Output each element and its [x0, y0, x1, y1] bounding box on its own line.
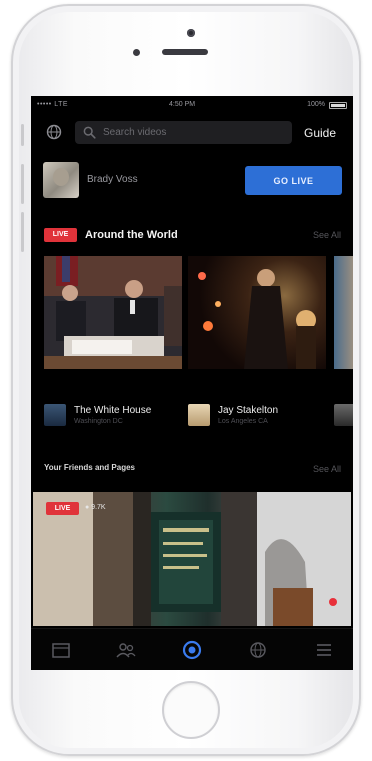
screen: ••••• LTE 4:50 PM 100% Search videos Gui… [31, 96, 353, 670]
thumbnail-scene [33, 492, 351, 626]
globe-icon[interactable] [46, 124, 62, 140]
friends-video-card[interactable]: LIVE ● 9.7K [33, 492, 351, 626]
home-button[interactable] [162, 681, 220, 739]
profile-name: Brady Voss [87, 174, 138, 185]
section-title: Your Friends and Pages [44, 463, 135, 472]
friends-pages-header: Your Friends and Pages See All [31, 459, 353, 479]
source-location: Los Angeles CA [218, 418, 268, 425]
guide-link[interactable]: Guide [304, 126, 336, 140]
source-name: The White House [74, 405, 152, 416]
viewer-count: ● 9.7K [85, 504, 106, 511]
video-card[interactable] [334, 256, 353, 431]
battery-icon [329, 102, 347, 109]
source-avatar [44, 404, 66, 426]
news-feed-icon[interactable] [50, 639, 72, 661]
see-all-link[interactable]: See All [313, 464, 341, 474]
search-icon [83, 126, 96, 139]
video-card[interactable]: The White House Washington DC [44, 256, 182, 431]
friends-icon[interactable] [115, 639, 137, 661]
video-thumbnail[interactable] [44, 256, 182, 369]
avatar[interactable] [43, 162, 79, 198]
around-world-header: LIVE Around the World See All [31, 225, 353, 245]
search-input[interactable]: Search videos [75, 121, 292, 144]
card-source[interactable]: Jay Stakelton Los Angeles CA [188, 404, 326, 430]
video-thumbnail[interactable] [188, 256, 326, 369]
live-badge: LIVE [44, 228, 77, 242]
video-card[interactable]: Jay Stakelton Los Angeles CA [188, 256, 326, 431]
thumbnail-scene [44, 256, 182, 369]
source-name: Jay Stakelton [218, 405, 279, 416]
globe-icon[interactable] [247, 639, 269, 661]
source-location: Washington DC [74, 418, 123, 425]
go-live-button[interactable]: GO LIVE [245, 166, 342, 195]
carrier-signal: ••••• LTE [37, 101, 69, 108]
status-time: 4:50 PM [169, 101, 196, 108]
card-source[interactable] [334, 404, 353, 430]
search-placeholder: Search videos [103, 127, 167, 138]
source-avatar [188, 404, 210, 426]
source-avatar [334, 404, 353, 426]
live-badge: LIVE [46, 502, 79, 515]
volume-up-button [21, 164, 24, 204]
search-header: Search videos Guide [31, 118, 353, 148]
volume-down-button [21, 212, 24, 252]
earpiece [162, 49, 208, 55]
mute-switch [21, 124, 24, 146]
profile-row: Brady Voss GO LIVE [31, 160, 353, 200]
thumbnail-scene [198, 269, 316, 369]
menu-icon[interactable] [313, 639, 335, 661]
video-thumbnail[interactable] [334, 256, 353, 369]
battery-percent: 100% [307, 101, 325, 108]
card-source[interactable]: The White House Washington DC [44, 404, 182, 430]
section-title: Around the World [85, 229, 178, 241]
status-bar: ••••• LTE 4:50 PM 100% [31, 96, 353, 114]
front-camera [187, 29, 195, 37]
see-all-link[interactable]: See All [313, 230, 341, 240]
live-carousel[interactable]: The White House Washington DC Jay Stakel… [31, 256, 353, 431]
proximity-sensor [133, 49, 140, 56]
live-video-icon[interactable] [181, 639, 203, 661]
tab-bar [31, 628, 353, 670]
